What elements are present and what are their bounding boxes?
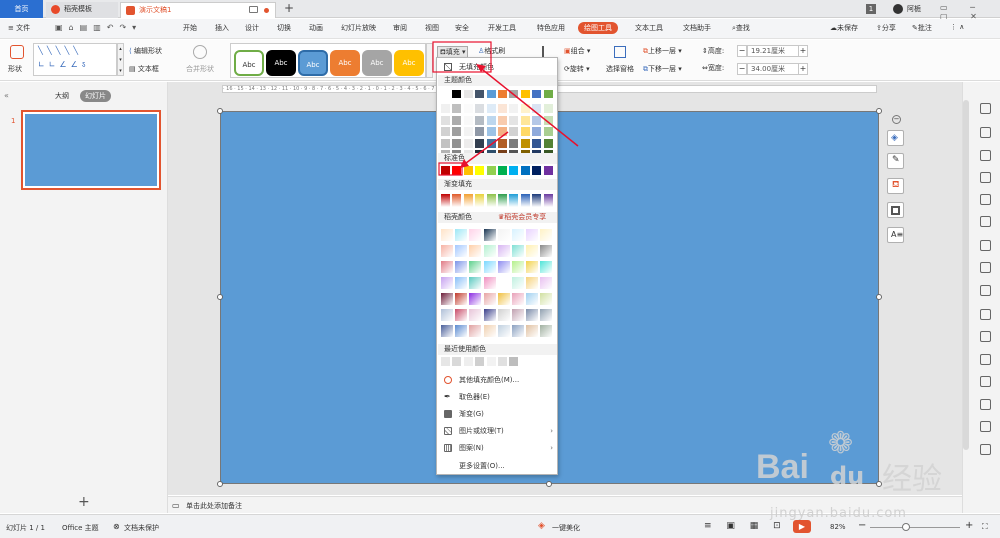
annotation-box-red-swatch bbox=[438, 162, 463, 176]
baidu-jingyan-watermark: Bai ❁ du 经验 jingyan.baidu.com bbox=[740, 420, 980, 536]
watermark-url: jingyan.baidu.com bbox=[770, 506, 907, 521]
watermark-cn: 经验 bbox=[882, 462, 942, 497]
annotation-arrow-to-fill bbox=[477, 65, 579, 147]
paw-icon: ❁ bbox=[828, 426, 854, 461]
annotation-arrow-to-red bbox=[461, 131, 509, 167]
watermark-paw-text: du bbox=[830, 462, 865, 490]
watermark-brand: Bai bbox=[756, 448, 809, 486]
